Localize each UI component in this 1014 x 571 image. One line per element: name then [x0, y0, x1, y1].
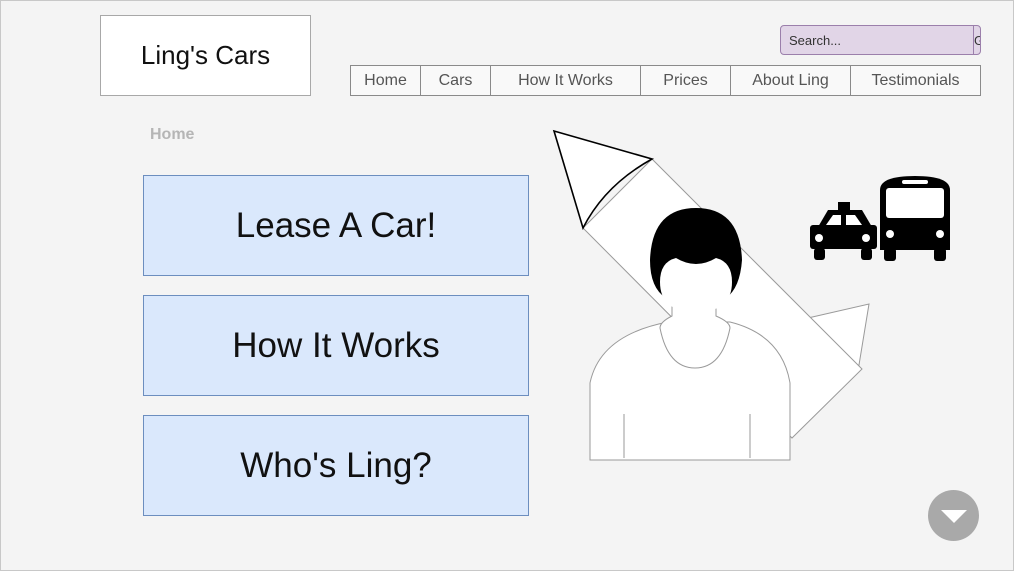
whos-ling-button[interactable]: Who's Ling?: [143, 415, 529, 516]
nav-item-prices[interactable]: Prices: [641, 66, 731, 95]
taxi-icon: [810, 202, 877, 260]
chevron-down-icon: [940, 509, 967, 523]
vehicles-icons: [810, 176, 950, 261]
site-logo[interactable]: Ling's Cars: [100, 15, 311, 96]
nav-item-about-ling[interactable]: About Ling: [731, 66, 851, 95]
breadcrumb[interactable]: Home: [150, 126, 194, 144]
bus-icon: [880, 176, 950, 261]
nav-item-home[interactable]: Home: [351, 66, 421, 95]
nav-item-cars[interactable]: Cars: [421, 66, 491, 95]
lease-a-car-button[interactable]: Lease A Car!: [143, 175, 529, 276]
how-it-works-button[interactable]: How It Works: [143, 295, 529, 396]
logo-text: Ling's Cars: [140, 40, 271, 70]
search-go-button[interactable]: Go!: [973, 26, 980, 54]
search-input[interactable]: [781, 26, 973, 54]
search-bar: Go!: [780, 25, 981, 55]
main-nav: Home Cars How It Works Prices About Ling…: [350, 65, 981, 96]
scroll-down-button[interactable]: [928, 490, 979, 541]
nav-item-testimonials[interactable]: Testimonials: [851, 66, 980, 95]
nav-item-how-it-works[interactable]: How It Works: [491, 66, 641, 95]
